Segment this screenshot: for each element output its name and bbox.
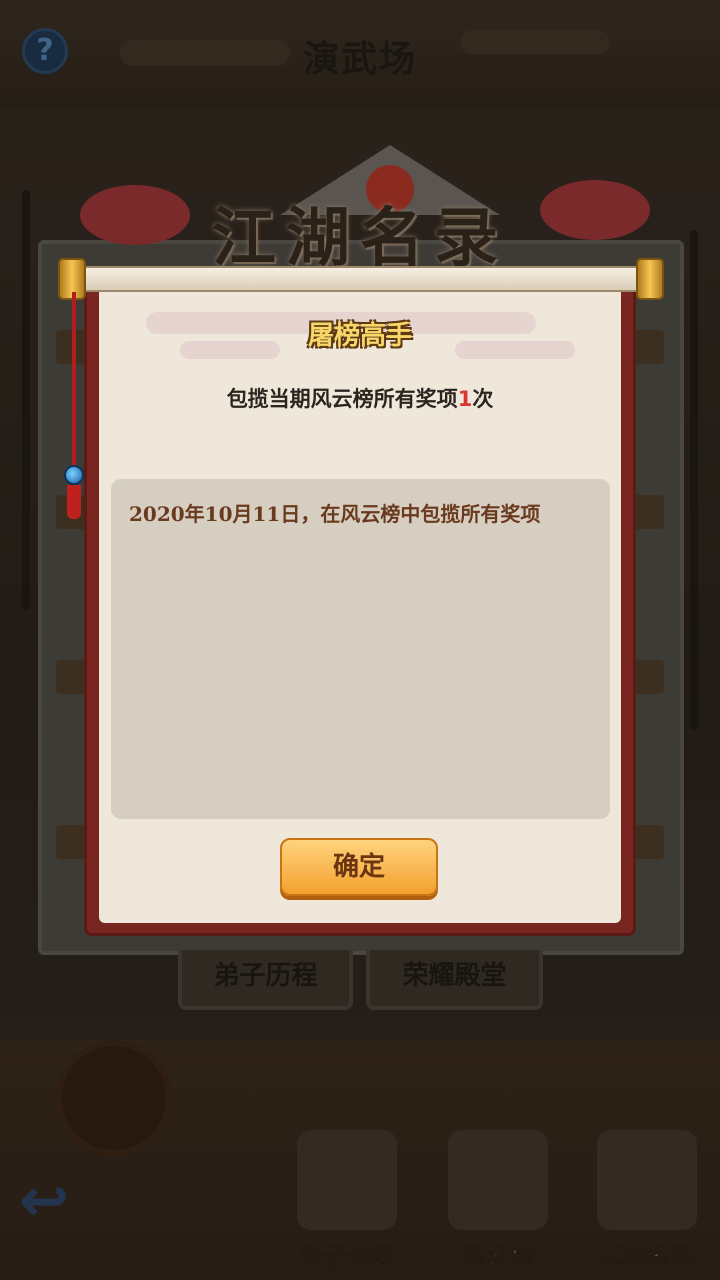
achievement-description: 包揽当期风云榜所有奖项1次: [96, 383, 624, 413]
tassel-cord: [72, 292, 76, 472]
dialog-title: 屠榜高手: [307, 321, 412, 351]
desc-suffix: 次: [472, 387, 494, 411]
confirm-button[interactable]: 确定: [280, 838, 438, 896]
title-banner: 江湖名录: [40, 145, 680, 276]
desc-prefix: 包揽当期风云榜所有奖项: [226, 387, 458, 411]
record-box: 2020年10月11日，在风云榜中包揽所有奖项: [111, 479, 610, 819]
dialog-title-plate: 屠榜高手: [270, 316, 450, 356]
record-entry: 2020年10月11日，在风云榜中包揽所有奖项: [129, 502, 541, 526]
desc-count: 1: [457, 387, 473, 411]
scroll-roller: [66, 266, 656, 292]
tassel-bead: [64, 465, 84, 485]
header-cloud: [180, 341, 280, 359]
roller-cap-right: [636, 258, 664, 300]
tassel-end: [67, 485, 81, 519]
header-cloud: [455, 341, 575, 359]
